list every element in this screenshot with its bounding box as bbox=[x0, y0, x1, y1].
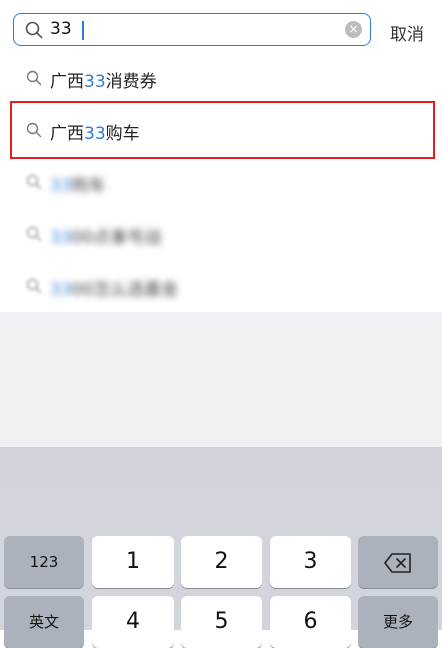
keyboard-candidate-bar bbox=[0, 447, 442, 483]
suggestion-text: 3300点事号战 bbox=[50, 228, 162, 248]
key-english[interactable]: 英文 bbox=[4, 596, 84, 648]
empty-area bbox=[0, 312, 442, 447]
suggestion-item[interactable]: 3300怎么选基金 bbox=[0, 260, 442, 312]
suggestion-text: 广西33购车 bbox=[50, 124, 140, 144]
search-bar[interactable]: × bbox=[13, 13, 371, 46]
suggestion-item[interactable]: 33购车 bbox=[0, 156, 442, 208]
search-input[interactable] bbox=[50, 18, 350, 40]
suggestion-item[interactable]: 3300点事号战 bbox=[0, 208, 442, 260]
text-caret bbox=[82, 21, 84, 40]
key-3[interactable]: 3 bbox=[270, 536, 351, 588]
search-icon bbox=[25, 21, 43, 39]
key-123[interactable]: 123 bbox=[4, 536, 84, 588]
key-4[interactable]: 4 bbox=[92, 596, 174, 648]
suggestion-text: 33购车 bbox=[50, 176, 106, 196]
backspace-button[interactable] bbox=[358, 536, 438, 588]
search-icon bbox=[26, 174, 42, 190]
suggestion-text: 广西33消费券 bbox=[50, 72, 157, 92]
key-6[interactable]: 6 bbox=[270, 596, 351, 648]
keyboard: 123 1 2 3 英文 4 5 6 更多 bbox=[0, 447, 442, 648]
key-2[interactable]: 2 bbox=[181, 536, 262, 588]
cancel-button[interactable]: 取消 bbox=[390, 20, 424, 45]
key-5[interactable]: 5 bbox=[181, 596, 262, 648]
suggestion-item[interactable]: 广西33购车 bbox=[0, 104, 442, 156]
search-icon bbox=[26, 122, 42, 138]
suggestion-list: 广西33消费券 广西33购车 33购车 3300点事号战 3300怎么选基金 bbox=[0, 52, 442, 312]
suggestion-item[interactable]: 广西33消费券 bbox=[0, 52, 442, 104]
search-icon bbox=[26, 278, 42, 294]
backspace-icon bbox=[384, 552, 411, 573]
clear-icon[interactable]: × bbox=[345, 21, 362, 38]
key-1[interactable]: 1 bbox=[92, 536, 174, 588]
search-icon bbox=[26, 226, 42, 242]
search-icon bbox=[26, 70, 42, 86]
key-more[interactable]: 更多 bbox=[358, 596, 438, 648]
suggestion-text: 3300怎么选基金 bbox=[50, 280, 179, 300]
